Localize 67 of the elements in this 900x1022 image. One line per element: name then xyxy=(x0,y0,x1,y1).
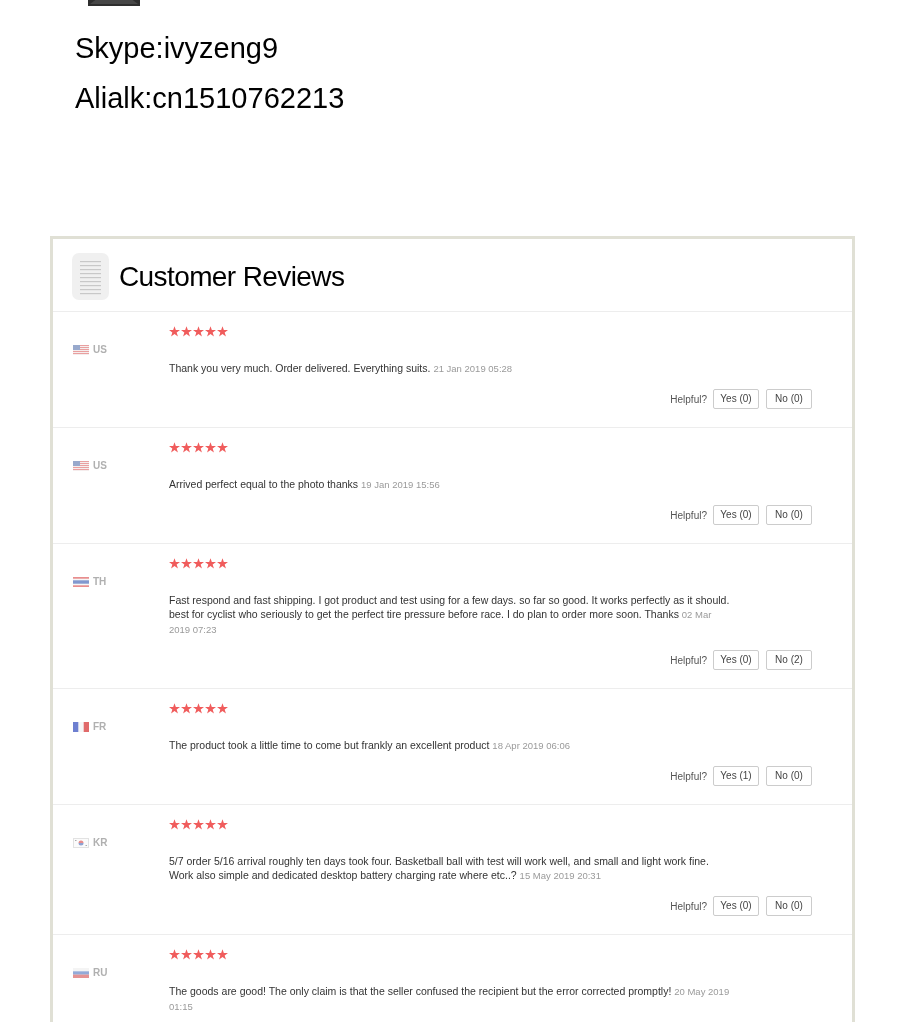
helpful-label: Helpful? xyxy=(670,653,707,668)
document-icon xyxy=(72,253,109,300)
vote-button[interactable]: No (0) xyxy=(766,505,812,525)
flag-icon xyxy=(73,838,89,848)
vote-button[interactable]: No (2) xyxy=(766,650,812,670)
star-icon xyxy=(217,441,228,453)
star-icon xyxy=(181,818,192,830)
vote-button[interactable]: Yes (0) xyxy=(713,505,759,525)
star-icon xyxy=(193,702,204,714)
review-text: The goods are good! The only claim is that the seller confused the recipient but the error corrected promptly! 20 May 2019 01:15 xyxy=(169,984,731,1014)
review-text: 5/7 order 5/16 arrival roughly ten days took four. Basketball ball with test will work well, and small and light work fine. Work also simple and dedicated desktop battery charging rate where etc..? 15 May 2019 20:31 xyxy=(169,854,710,883)
star-icon xyxy=(181,702,192,714)
star-icon xyxy=(193,325,204,337)
country-code: RU xyxy=(93,966,108,980)
star-icon xyxy=(205,325,216,337)
star-icon xyxy=(181,948,192,960)
helpful-label: Helpful? xyxy=(670,508,707,523)
star-icon xyxy=(193,948,204,960)
flag-icon xyxy=(73,968,89,978)
star-icon xyxy=(217,702,228,714)
star-icon xyxy=(217,557,228,569)
star-icon xyxy=(169,557,180,569)
star-icon xyxy=(205,441,216,453)
vote-button[interactable]: Yes (0) xyxy=(713,896,759,916)
review-text: Thank you very much. Order delivered. Everything suits. 21 Jan 2019 05:28 xyxy=(169,361,514,376)
star-icon xyxy=(169,441,180,453)
vote-button[interactable]: No (0) xyxy=(766,389,812,409)
star-icon xyxy=(205,702,216,714)
star-icon xyxy=(217,325,228,337)
star-icon xyxy=(181,441,192,453)
helpful-label: Helpful? xyxy=(670,392,707,407)
vote-button[interactable]: Yes (0) xyxy=(713,389,759,409)
review-text: Arrived perfect equal to the photo thanks 19 Jan 2019 15:56 xyxy=(169,477,441,492)
vote-button[interactable]: Yes (1) xyxy=(713,766,759,786)
flag-icon xyxy=(73,345,89,355)
country-code: US xyxy=(93,459,107,473)
country-code: TH xyxy=(93,575,107,589)
helpful-label: Helpful? xyxy=(670,899,707,914)
vote-button[interactable]: No (0) xyxy=(766,896,812,916)
flag-icon xyxy=(73,577,89,587)
star-icon xyxy=(181,557,192,569)
star-icon xyxy=(169,702,180,714)
country-code: US xyxy=(93,343,107,357)
star-icon xyxy=(217,948,228,960)
helpful-label: Helpful? xyxy=(670,769,707,784)
vote-button[interactable]: Yes (0) xyxy=(713,650,759,670)
contact-line: Alialk:cn1510762213 xyxy=(75,81,345,116)
star-icon xyxy=(217,818,228,830)
review-text: The product took a little time to come but frankly an excellent product 18 Apr 2019 06:06 xyxy=(169,738,571,753)
country-code: FR xyxy=(93,720,107,734)
star-icon xyxy=(205,948,216,960)
review-text: Fast respond and fast shipping. I got product and test using for a few days. so far so good. It works perfectly as it should. best for cyclist who seriously to get the perfect tire pressure before race. I do plan to order more soon. Thanks 02 Mar 2019 07:23 xyxy=(169,593,731,637)
star-icon xyxy=(181,325,192,337)
star-icon xyxy=(205,818,216,830)
country-code: KR xyxy=(93,836,108,850)
vote-button[interactable]: No (0) xyxy=(766,766,812,786)
flag-icon xyxy=(73,461,89,471)
star-icon xyxy=(193,557,204,569)
contact-line: Skype:ivyzeng9 xyxy=(75,31,279,66)
star-icon xyxy=(205,557,216,569)
star-icon xyxy=(169,948,180,960)
star-icon xyxy=(193,818,204,830)
reviews-title: Customer Reviews xyxy=(119,259,345,294)
star-icon xyxy=(169,325,180,337)
star-icon xyxy=(193,441,204,453)
flag-icon xyxy=(73,722,89,732)
star-icon xyxy=(169,818,180,830)
